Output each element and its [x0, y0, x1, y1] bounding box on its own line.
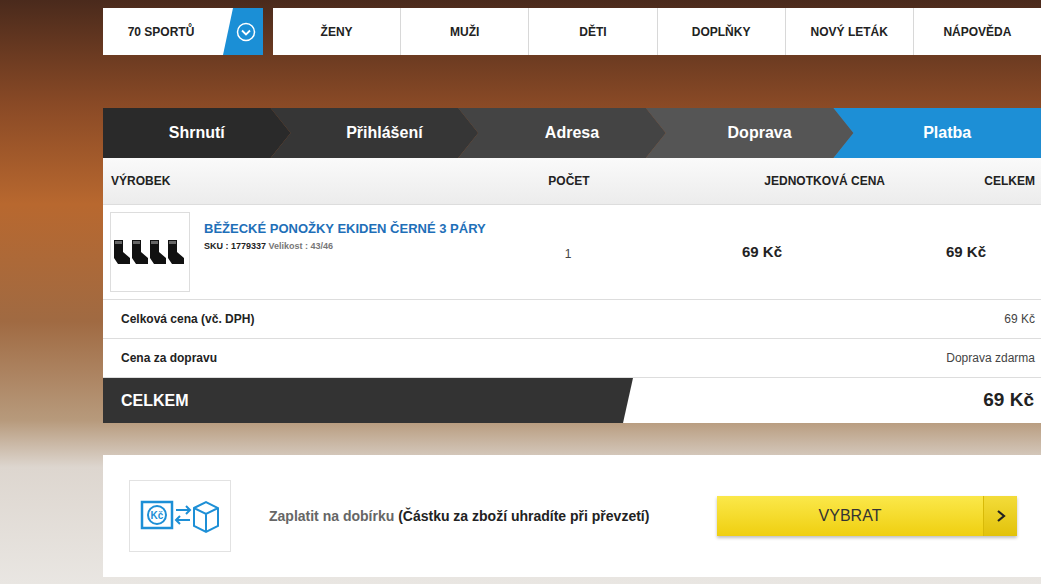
summary-row: Celková cena (vč. DPH) 69 Kč: [103, 300, 1041, 339]
product-meta: SKU : 1779337 Velikost : 43/46: [204, 240, 486, 254]
cod-icon: Kč: [140, 494, 220, 538]
step-label: Platba: [923, 121, 971, 145]
category-menu: ŽENYMUŽIDĚTIDOPLŇKYNOVÝ LETÁKNÁPOVĚDA: [273, 8, 1041, 55]
sports-toggle[interactable]: [223, 8, 263, 55]
menu-item[interactable]: MUŽI: [401, 8, 528, 55]
sports-label: 70 SPORTŮ: [103, 8, 223, 55]
product-image[interactable]: [110, 212, 190, 292]
step-label: Doprava: [728, 121, 792, 145]
chevron-right-icon: [996, 509, 1006, 523]
grand-total-value: 69 Kč: [633, 378, 1041, 423]
chevron-down-icon: [236, 22, 256, 42]
product-info: BĚŽECKÉ PONOŽKY EKIDEN ČERNÉ 3 PÁRY SKU :…: [204, 212, 486, 253]
menu-item[interactable]: NOVÝ LETÁK: [786, 8, 913, 55]
payment-text: Zaplatit na dobírku (Částku za zboží uhr…: [231, 506, 717, 527]
table-row: BĚŽECKÉ PONOŽKY EKIDEN ČERNÉ 3 PÁRY SKU :…: [103, 205, 1041, 300]
summary-value: Doprava zdarma: [946, 349, 1035, 367]
summary-value: 69 Kč: [1004, 310, 1035, 328]
checkout-steps: Shrnutí Přihlášení Adresa Doprava Platba: [103, 108, 1041, 158]
select-label: VYBRAT: [717, 496, 983, 536]
payment-note: (Částku za zboží uhradíte při převzetí): [398, 508, 649, 524]
menu-item[interactable]: DĚTI: [529, 8, 656, 55]
product-sku: SKU : 1779337: [204, 241, 266, 251]
socks-icon: [112, 232, 188, 272]
checkout-step[interactable]: Shrnutí: [103, 108, 291, 158]
product-size: Velikost : 43/46: [269, 241, 334, 251]
summary-label: Cena za dopravu: [121, 349, 217, 367]
menu-item[interactable]: NÁPOVĚDA: [914, 8, 1041, 55]
grand-total: CELKEM69 Kč: [103, 378, 1041, 423]
product-name[interactable]: BĚŽECKÉ PONOŽKY EKIDEN ČERNÉ 3 PÁRY: [204, 221, 486, 237]
column-header: CELKEM: [891, 172, 1041, 190]
checkout-step[interactable]: Přihlášení: [271, 108, 479, 158]
step-label: Shrnutí: [169, 121, 225, 145]
table-header: VÝROBEKPOČETJEDNOTKOVÁ CENACELKEM: [103, 158, 1041, 205]
select-button[interactable]: VYBRAT: [717, 496, 1017, 536]
step-label: Přihlášení: [346, 121, 422, 145]
menu-item[interactable]: ŽENY: [273, 8, 400, 55]
button-arrow: [983, 496, 1017, 536]
summary-label: Celková cena (vč. DPH): [121, 310, 254, 328]
payment-title: Zaplatit na dobírku: [269, 508, 394, 524]
column-header: POČET: [503, 172, 633, 190]
column-header: JEDNOTKOVÁ CENA: [633, 172, 891, 190]
payment-option: Kč Zaplatit na dobírku (Částku za zboží u…: [103, 455, 1041, 577]
summary-row: Cena za dopravu Doprava zdarma: [103, 339, 1041, 378]
quantity: 1: [503, 241, 633, 263]
column-header: VÝROBEK: [103, 172, 503, 190]
cash-on-delivery-icon: Kč: [129, 480, 231, 552]
grand-total-label: CELKEM: [103, 378, 633, 423]
step-label: Adresa: [545, 121, 599, 145]
checkout-step[interactable]: Adresa: [458, 108, 666, 158]
row-total: 69 Kč: [891, 241, 1041, 264]
sports-menu[interactable]: 70 SPORTŮ: [103, 8, 263, 55]
unit-price: 69 Kč: [633, 241, 891, 264]
top-nav: 70 SPORTŮ ŽENYMUŽIDĚTIDOPLŇKYNOVÝ LETÁKNÁ…: [103, 8, 1041, 55]
checkout-step[interactable]: Doprava: [646, 108, 854, 158]
product-cell: BĚŽECKÉ PONOŽKY EKIDEN ČERNÉ 3 PÁRY SKU :…: [103, 205, 503, 299]
checkout-step[interactable]: Platba: [833, 108, 1041, 158]
menu-item[interactable]: DOPLŇKY: [658, 8, 785, 55]
currency-label: Kč: [151, 510, 164, 521]
